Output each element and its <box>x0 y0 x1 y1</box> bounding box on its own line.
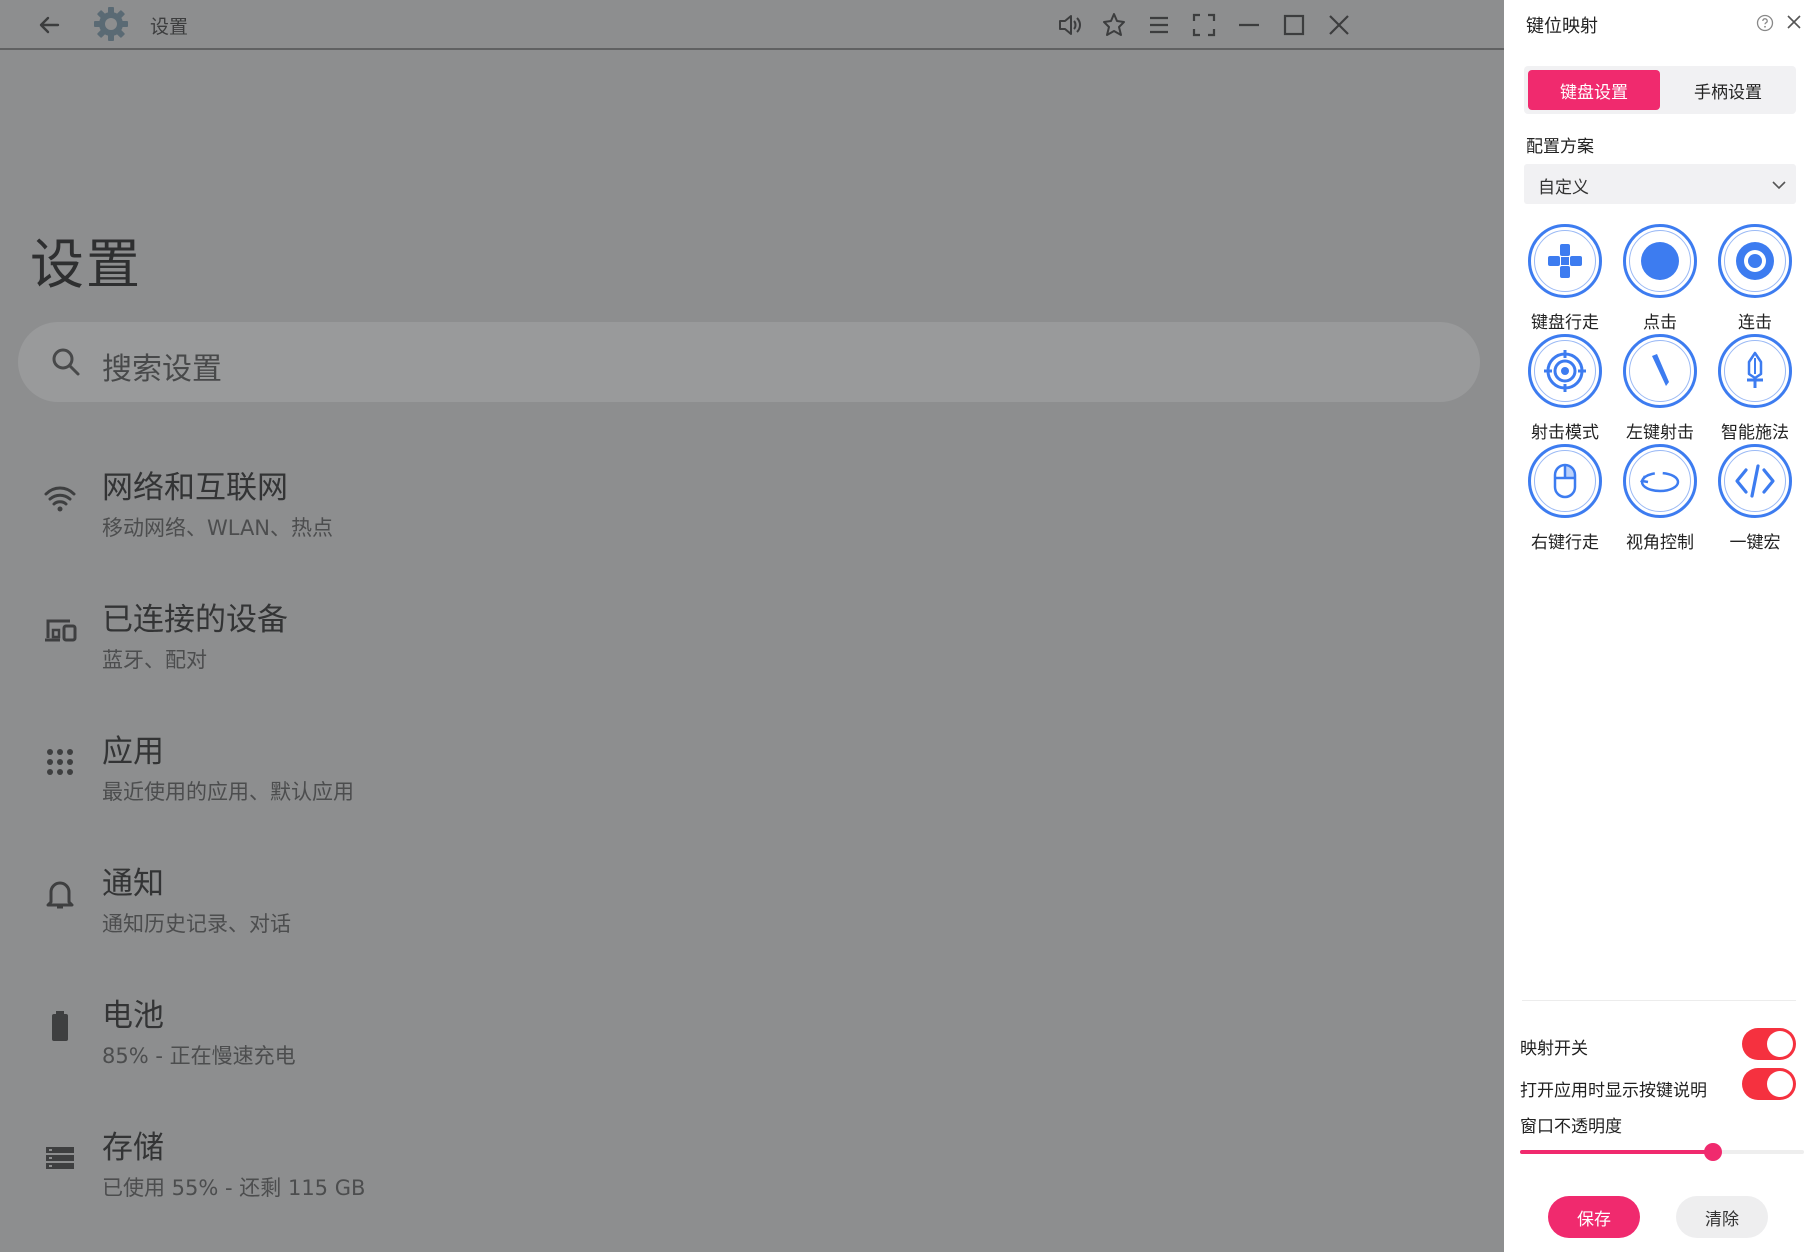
search-icon <box>52 348 80 376</box>
window-title: 设置 <box>150 16 189 38</box>
settings-item-notifications[interactable]: 通知 通知历史记录、对话 <box>0 852 1300 952</box>
settings-item-devices[interactable]: 已连接的设备 蓝牙、配对 <box>0 588 1300 688</box>
bell-icon <box>46 881 74 909</box>
key-type-smart-cast[interactable]: 智能施法 <box>1712 334 1802 454</box>
close-panel-icon[interactable] <box>1784 12 1804 32</box>
key-mapping-panel: 键位映射 键盘设置 手柄设置 配置方案 自定义 键盘行走 点击 连击 射击模式 … <box>1504 0 1814 1252</box>
battery-icon <box>52 1011 68 1041</box>
fullscreen-icon[interactable] <box>1189 10 1219 40</box>
item-title: 电池 <box>102 998 164 1034</box>
search-placeholder: 搜索设置 <box>102 352 222 387</box>
help-icon[interactable] <box>1756 14 1774 32</box>
mapping-switch-toggle[interactable] <box>1742 1028 1796 1060</box>
tab-keyboard-settings[interactable]: 键盘设置 <box>1528 70 1660 110</box>
item-subtitle: 通知历史记录、对话 <box>102 912 291 936</box>
show-hint-toggle[interactable] <box>1742 1068 1796 1100</box>
key-type-view-control[interactable]: 视角控制 <box>1617 444 1707 564</box>
settings-item-apps[interactable]: 应用 最近使用的应用、默认应用 <box>0 720 1300 820</box>
clear-button[interactable]: 清除 <box>1676 1196 1768 1238</box>
item-title: 应用 <box>102 734 164 770</box>
back-arrow-icon[interactable] <box>34 10 64 40</box>
opacity-label: 窗口不透明度 <box>1520 1117 1622 1137</box>
storage-icon <box>46 1147 74 1169</box>
crosshair-icon <box>1544 350 1586 392</box>
title-bar: 设置 <box>0 0 1504 50</box>
settings-window: 设置 设置 搜索设置 网络和互联网 移动网络、WLAN、热点 已连接的设备 蓝牙… <box>0 0 1504 1252</box>
key-type-combo[interactable]: 连击 <box>1712 224 1802 344</box>
wifi-icon <box>44 486 76 512</box>
tab-gamepad-settings[interactable]: 手柄设置 <box>1664 70 1792 110</box>
item-subtitle: 蓝牙、配对 <box>102 648 207 672</box>
panel-title: 键位映射 <box>1526 16 1598 37</box>
key-type-shoot-mode[interactable]: 射击模式 <box>1522 334 1612 454</box>
opacity-slider[interactable] <box>1520 1143 1804 1161</box>
item-subtitle: 移动网络、WLAN、热点 <box>102 516 334 540</box>
key-type-macro[interactable]: 一键宏 <box>1712 444 1802 564</box>
apps-icon <box>47 749 73 775</box>
key-type-tap[interactable]: 点击 <box>1617 224 1707 344</box>
scheme-label: 配置方案 <box>1526 137 1594 157</box>
scheme-select[interactable]: 自定义 <box>1524 164 1796 204</box>
divider <box>1522 1000 1796 1001</box>
settings-gear-icon <box>94 7 128 41</box>
dpad-icon <box>1548 244 1582 278</box>
show-hint-label: 打开应用时显示按键说明 <box>1520 1081 1707 1101</box>
settings-item-network[interactable]: 网络和互联网 移动网络、WLAN、热点 <box>0 456 1300 556</box>
left-click-shoot-icon <box>1652 354 1669 386</box>
item-subtitle: 最近使用的应用、默认应用 <box>102 780 354 804</box>
tap-icon <box>1641 242 1679 280</box>
item-title: 网络和互联网 <box>102 470 288 506</box>
item-subtitle: 已使用 55% - 还剩 115 GB <box>102 1176 366 1200</box>
menu-icon[interactable] <box>1144 10 1174 40</box>
chevron-down-icon <box>1772 181 1786 190</box>
key-type-keyboard-walk[interactable]: 键盘行走 <box>1522 224 1612 344</box>
item-title: 已连接的设备 <box>102 602 288 638</box>
item-title: 通知 <box>102 866 164 902</box>
search-bar[interactable]: 搜索设置 <box>18 322 1480 402</box>
combo-icon <box>1736 242 1774 280</box>
item-subtitle: 85% - 正在慢速充电 <box>102 1044 296 1068</box>
close-icon[interactable] <box>1324 10 1354 40</box>
opacity-slider-handle[interactable] <box>1704 1143 1723 1161</box>
settings-item-storage[interactable]: 存储 已使用 55% - 还剩 115 GB <box>0 1116 1300 1216</box>
opacity-slider-fill <box>1520 1150 1714 1154</box>
devices-icon <box>45 619 77 642</box>
page-title: 设置 <box>30 233 142 296</box>
key-type-right-click-walk[interactable]: 右键行走 <box>1522 444 1612 564</box>
scheme-value: 自定义 <box>1538 178 1589 198</box>
mode-tabs: 键盘设置 手柄设置 <box>1524 66 1796 114</box>
code-icon <box>1735 464 1775 498</box>
minimize-icon[interactable] <box>1234 10 1264 40</box>
volume-icon[interactable] <box>1054 10 1084 40</box>
sword-icon <box>1747 351 1763 388</box>
mouse-icon <box>1553 463 1577 499</box>
maximize-icon[interactable] <box>1279 10 1309 40</box>
rotate-view-icon <box>1639 471 1680 493</box>
item-title: 存储 <box>102 1130 164 1166</box>
save-button[interactable]: 保存 <box>1548 1196 1640 1238</box>
settings-item-battery[interactable]: 电池 85% - 正在慢速充电 <box>0 984 1300 1084</box>
key-type-left-click-shoot[interactable]: 左键射击 <box>1617 334 1707 454</box>
pin-icon[interactable] <box>1099 10 1129 40</box>
mapping-switch-label: 映射开关 <box>1520 1039 1588 1059</box>
